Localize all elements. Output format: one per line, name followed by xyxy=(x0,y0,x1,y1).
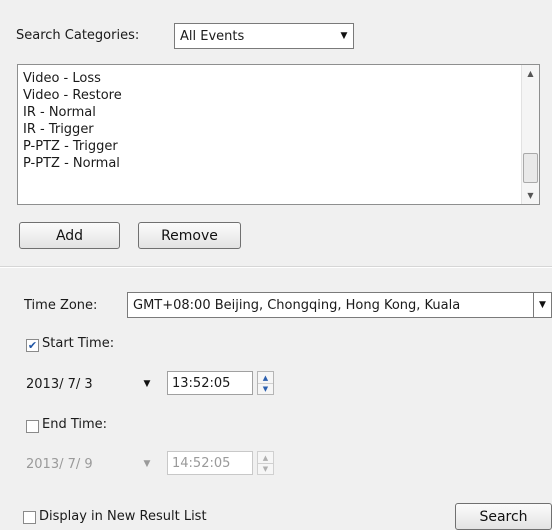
time-zone-dropdown[interactable]: GMT+08:00 Beijing, Chongqing, Hong Kong,… xyxy=(127,292,552,318)
display-new-list-checkbox[interactable] xyxy=(23,511,36,524)
search-categories-label: Search Categories: xyxy=(16,28,140,43)
end-time-label: End Time: xyxy=(42,417,108,432)
vertical-scrollbar[interactable]: ▲ ▼ xyxy=(521,65,539,204)
end-time-value: 14:52:05 xyxy=(172,455,231,471)
add-button[interactable]: Add xyxy=(19,222,120,249)
chevron-down-icon: ▼ xyxy=(340,31,348,41)
end-time-spinner[interactable]: ▲ ▼ xyxy=(257,451,274,475)
end-time-checkbox[interactable] xyxy=(26,420,39,433)
checkmark-icon: ✔ xyxy=(27,339,38,352)
search-categories-dropdown[interactable]: All Events ▼ xyxy=(174,23,354,49)
list-item[interactable]: IR - Normal xyxy=(23,104,122,121)
scroll-up-arrow-icon[interactable]: ▲ xyxy=(522,65,539,82)
chevron-down-icon: ▼ xyxy=(143,379,151,389)
list-item[interactable]: P-PTZ - Trigger xyxy=(23,138,122,155)
section-divider-highlight xyxy=(0,267,552,268)
time-zone-label: Time Zone: xyxy=(24,298,98,313)
end-date-picker[interactable]: 2013/ 7/ 9 ▼ xyxy=(22,452,156,476)
start-date-value: 2013/ 7/ 3 xyxy=(26,376,93,392)
list-item[interactable]: IR - Trigger xyxy=(23,121,122,138)
chevron-down-icon: ▼ xyxy=(533,293,551,317)
start-time-spinner[interactable]: ▲ ▼ xyxy=(257,371,274,395)
scrollbar-thumb[interactable] xyxy=(523,153,538,183)
event-listbox[interactable]: Video - Loss Video - Restore IR - Normal IR… xyxy=(17,64,540,205)
scroll-down-arrow-icon[interactable]: ▼ xyxy=(522,187,539,204)
remove-button[interactable]: Remove xyxy=(138,222,241,249)
end-date-value: 2013/ 7/ 9 xyxy=(26,456,93,472)
end-time-input[interactable]: 14:52:05 xyxy=(167,451,253,475)
start-time-label: Start Time: xyxy=(42,336,115,351)
start-time-input[interactable]: 13:52:05 xyxy=(167,371,253,395)
list-item[interactable]: Video - Restore xyxy=(23,87,122,104)
list-item[interactable]: Video - Loss xyxy=(23,70,122,87)
spin-down-icon[interactable]: ▼ xyxy=(258,383,273,394)
start-date-picker[interactable]: 2013/ 7/ 3 ▼ xyxy=(22,372,156,396)
display-new-list-label: Display in New Result List xyxy=(39,509,207,524)
time-zone-value: GMT+08:00 Beijing, Chongqing, Hong Kong,… xyxy=(133,297,461,313)
start-time-value: 13:52:05 xyxy=(172,375,231,391)
start-time-checkbox[interactable]: ✔ xyxy=(26,339,39,352)
chevron-down-icon: ▼ xyxy=(143,459,151,469)
spin-down-icon[interactable]: ▼ xyxy=(258,463,273,474)
search-categories-value: All Events xyxy=(180,28,245,44)
list-item[interactable]: P-PTZ - Normal xyxy=(23,155,122,172)
